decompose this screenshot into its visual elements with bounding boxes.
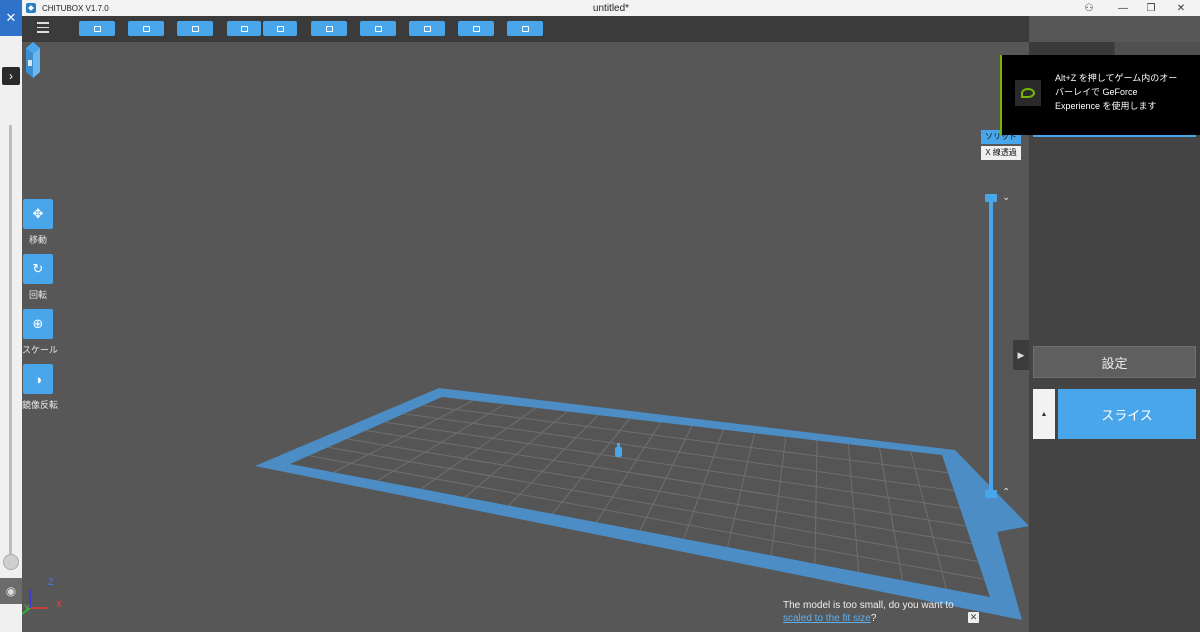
undo-button[interactable] bbox=[227, 21, 261, 36]
outer-expand-button[interactable]: › bbox=[2, 67, 20, 85]
toast-line-2: バーレイで GeForce bbox=[1055, 87, 1138, 97]
hollow-icon bbox=[423, 25, 431, 32]
build-plate bbox=[22, 388, 1029, 620]
toast-line-1: Alt+Z を押してゲーム内のオー bbox=[1055, 73, 1178, 83]
auto-layout-button[interactable] bbox=[311, 21, 347, 36]
supports-button[interactable] bbox=[360, 21, 396, 36]
slice-button[interactable]: スライス bbox=[1058, 389, 1196, 439]
save-button[interactable] bbox=[128, 21, 164, 36]
title-bar: CHITUBOX V1.7.0 untitled* ⚇ — ❐ ✕ bbox=[22, 0, 1200, 16]
move-icon[interactable]: ✥ bbox=[23, 199, 53, 229]
scale-icon[interactable]: ⊕ bbox=[23, 309, 53, 339]
chitubox-app: ✕ › ◉ CHITUBOX V1.7.0 untitled* ⚇ — ❐ ✕ bbox=[0, 0, 1200, 632]
account-icon[interactable]: ⚇ bbox=[1074, 0, 1104, 16]
axis-x-label: X bbox=[56, 599, 63, 609]
outer-slider-thumb[interactable] bbox=[3, 554, 19, 570]
notice-close-button[interactable]: ✕ bbox=[968, 612, 979, 623]
chevron-down-icon[interactable]: ⌄ bbox=[1002, 192, 1010, 203]
axis-z-label: Z bbox=[48, 577, 54, 587]
panel-tab-2[interactable] bbox=[1115, 42, 1200, 56]
layer-slider-track[interactable] bbox=[989, 197, 993, 493]
main-toolbar bbox=[22, 16, 1029, 42]
drill-icon bbox=[472, 25, 480, 32]
outer-side-strip: ✕ › ◉ bbox=[0, 0, 22, 632]
scale-notice: The model is too small, do you want to s… bbox=[783, 599, 993, 625]
mirror-tool[interactable]: ◑ 鏡像反転 bbox=[22, 364, 59, 411]
supports-icon bbox=[374, 25, 382, 32]
redo-button[interactable] bbox=[263, 21, 297, 36]
export-icon bbox=[521, 25, 529, 32]
mirror-icon[interactable]: ◑ bbox=[23, 364, 53, 394]
nvidia-icon bbox=[1015, 80, 1041, 106]
drill-button[interactable] bbox=[458, 21, 494, 36]
geforce-overlay-toast: Alt+Z を押してゲーム内のオー バーレイで GeForce Experien… bbox=[1000, 55, 1200, 135]
restore-button[interactable]: ❐ bbox=[1136, 0, 1166, 16]
outer-close-button[interactable]: ✕ bbox=[0, 0, 22, 36]
open-file-icon bbox=[93, 25, 101, 32]
select-all-icon bbox=[191, 25, 199, 32]
toast-line-3: Experience を使用します bbox=[1055, 101, 1157, 111]
view-cube-icon[interactable] bbox=[22, 42, 44, 78]
rotate-icon[interactable]: ↻ bbox=[23, 254, 53, 284]
layer-slider-top-knob[interactable] bbox=[985, 194, 997, 202]
toast-accent-bar bbox=[1000, 55, 1002, 135]
outer-slider-track[interactable] bbox=[9, 125, 12, 565]
chitubox-logo-icon bbox=[26, 3, 36, 13]
undo-icon bbox=[240, 25, 248, 32]
mirror-label: 鏡像反転 bbox=[22, 400, 59, 410]
scale-fit-link[interactable]: scaled to the fit size bbox=[783, 613, 871, 624]
xray-view-button[interactable]: X 線透過 bbox=[981, 146, 1021, 160]
toast-message: Alt+Z を押してゲーム内のオー バーレイで GeForce Experien… bbox=[1055, 71, 1195, 113]
chevron-up-icon[interactable]: ⌃ bbox=[1002, 487, 1010, 498]
slice-options-button[interactable]: ▲ bbox=[1033, 389, 1055, 439]
select-all-button[interactable] bbox=[177, 21, 213, 36]
settings-button[interactable]: 設定 bbox=[1033, 346, 1196, 378]
scale-tool[interactable]: ⊕ スケール bbox=[22, 309, 59, 356]
move-label: 移動 bbox=[28, 235, 47, 245]
eye-icon[interactable]: ◉ bbox=[0, 578, 22, 604]
save-icon bbox=[142, 25, 150, 32]
axis-y-label: Y bbox=[24, 603, 31, 613]
redo-icon bbox=[276, 25, 284, 32]
rotate-tool[interactable]: ↻ 回転 bbox=[22, 254, 54, 301]
layer-slider-bottom-knob[interactable] bbox=[985, 490, 997, 498]
close-button[interactable]: ✕ bbox=[1166, 0, 1196, 16]
auto-layout-icon bbox=[325, 25, 333, 32]
move-tool[interactable]: ✥ 移動 bbox=[22, 199, 54, 246]
panel-tab-1[interactable] bbox=[1029, 42, 1114, 56]
3d-viewport[interactable]: Z X Y ✥ 移動 ↻ 回転 ⊕ スケール ◑ 鏡像反転 ソリッド X 線透過 bbox=[22, 42, 1029, 632]
rotate-label: 回転 bbox=[28, 290, 47, 300]
open-file-button[interactable] bbox=[79, 21, 115, 36]
hollow-button[interactable] bbox=[409, 21, 445, 36]
panel-expand-button[interactable]: ▶ bbox=[1013, 340, 1029, 370]
notice-suffix: ? bbox=[870, 613, 877, 624]
menu-icon[interactable] bbox=[37, 22, 49, 34]
export-button[interactable] bbox=[507, 21, 543, 36]
minimize-button[interactable]: — bbox=[1108, 0, 1138, 16]
scale-label: スケール bbox=[22, 345, 59, 355]
notice-text: The model is too small, do you want to bbox=[783, 600, 954, 611]
document-title: untitled* bbox=[592, 2, 630, 14]
app-name: CHITUBOX V1.7.0 bbox=[42, 3, 109, 13]
